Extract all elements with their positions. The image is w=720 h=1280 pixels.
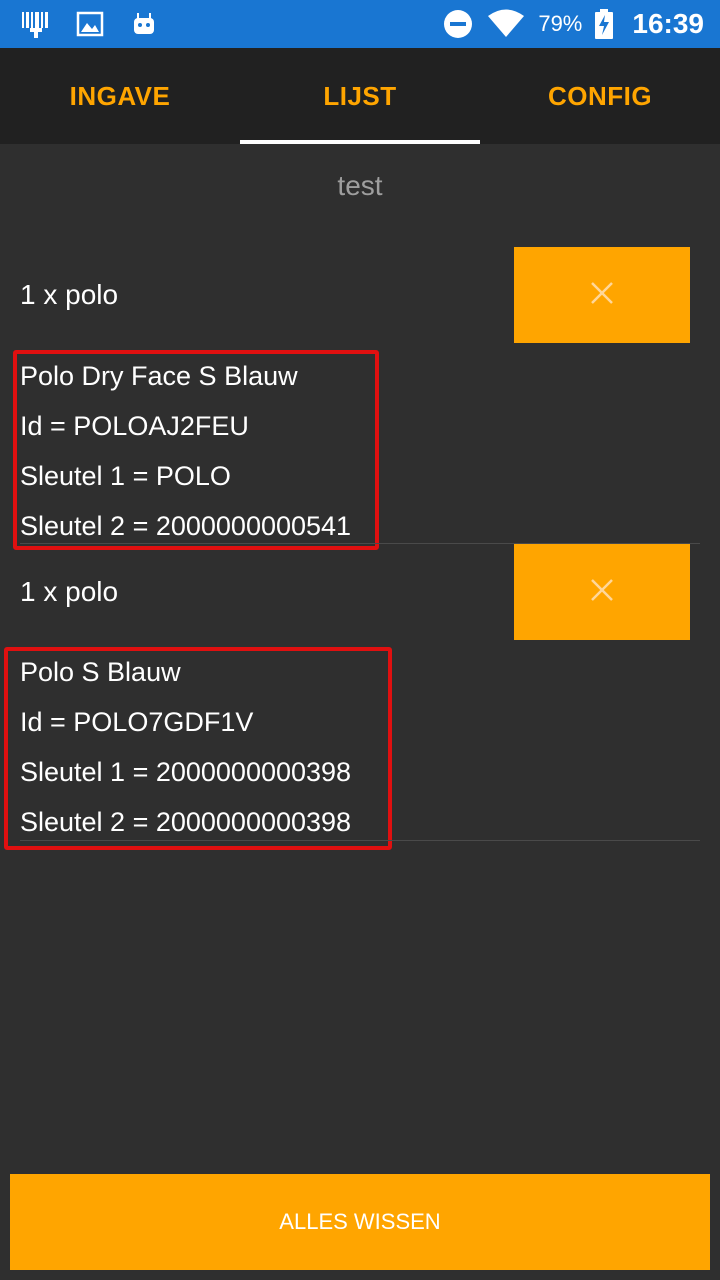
- item-key-1: Sleutel 1 = 2000000000398: [20, 757, 352, 787]
- item-details: Polo S Blauw Id = POLO7GDF1V Sleutel 1 =…: [20, 647, 351, 847]
- item-id: Id = POLO7GDF1V: [20, 707, 254, 737]
- do-not-disturb-icon: [442, 8, 474, 40]
- battery-percent: 79%: [538, 11, 583, 36]
- close-icon: [589, 577, 615, 608]
- item-quantity-label: 1 x polo: [20, 576, 119, 607]
- remove-item-button[interactable]: [514, 544, 690, 640]
- item-description: Polo S Blauw: [20, 657, 181, 687]
- android-icon: [128, 8, 160, 40]
- clear-all-button[interactable]: ALLES WISSEN: [10, 1174, 710, 1270]
- item-description: Polo Dry Face S Blauw: [20, 361, 298, 391]
- tab-ingave-label: INGAVE: [69, 80, 171, 111]
- clear-all-label: ALLES WISSEN: [279, 1209, 441, 1234]
- battery-charging-icon: [594, 8, 614, 40]
- tab-ingave[interactable]: INGAVE: [0, 48, 240, 144]
- remove-item-button[interactable]: [514, 247, 690, 343]
- divider: [20, 840, 700, 841]
- close-icon: [589, 280, 615, 311]
- list-title: test: [337, 170, 383, 201]
- status-bar: 79% 16:39: [0, 0, 720, 48]
- tab-bar: INGAVE LIJST CONFIG: [0, 48, 720, 144]
- wifi-icon: [486, 8, 526, 40]
- item-details: Polo Dry Face S Blauw Id = POLOAJ2FEU Sl…: [20, 351, 351, 551]
- tab-lijst[interactable]: LIJST: [240, 48, 480, 144]
- tab-config-label: CONFIG: [547, 80, 653, 111]
- item-key-1: Sleutel 1 = POLO: [20, 461, 231, 491]
- item-quantity-label: 1 x polo: [20, 279, 119, 310]
- image-icon: [74, 8, 106, 40]
- barcode-scanner-icon: [20, 8, 52, 40]
- item-id: Id = POLOAJ2FEU: [20, 411, 249, 441]
- clock-time: 16:39: [632, 8, 704, 39]
- tab-config[interactable]: CONFIG: [480, 48, 720, 144]
- tab-lijst-label: LIJST: [323, 80, 397, 111]
